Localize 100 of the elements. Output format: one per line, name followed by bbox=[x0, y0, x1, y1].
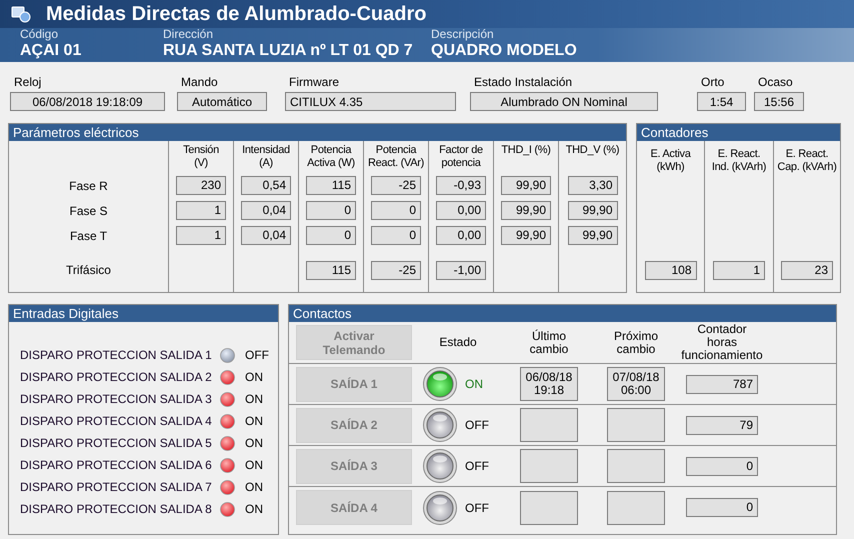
panel-title: Parámetros eléctricos bbox=[9, 124, 626, 141]
input-label: DISPARO PROTECCION SALIDA 6 bbox=[20, 458, 213, 472]
value-field: 1 bbox=[713, 261, 765, 280]
input-state: ON bbox=[245, 436, 263, 450]
output-state: OFF bbox=[465, 459, 489, 473]
hours-counter-field: 0 bbox=[686, 456, 758, 476]
input-label: DISPARO PROTECCION SALIDA 7 bbox=[20, 480, 213, 494]
value-field: 115 bbox=[306, 176, 356, 195]
value-field: 115 bbox=[306, 260, 356, 280]
row-label: Trifásico bbox=[65, 262, 112, 279]
input-state: ON bbox=[245, 392, 263, 406]
field-label: Firmware bbox=[288, 75, 340, 89]
input-state: ON bbox=[245, 370, 263, 384]
input-state: OFF bbox=[245, 348, 269, 362]
readonly-field: 15:56 bbox=[754, 92, 804, 111]
column-header: Contador horas funcionamiento bbox=[680, 323, 764, 362]
readonly-field: 1:54 bbox=[697, 92, 746, 111]
next-change-field bbox=[607, 408, 665, 442]
readonly-field: 06/08/2018 19:18:09 bbox=[10, 92, 165, 111]
header-value: RUA SANTA LUZIA nº LT 01 QD 7 bbox=[163, 41, 414, 60]
column-header: Tensión (V) bbox=[182, 143, 220, 171]
column-header: Estado bbox=[438, 336, 478, 349]
value-field: -25 bbox=[371, 260, 421, 280]
row-label: Fase T bbox=[68, 228, 108, 244]
value-field: 108 bbox=[644, 261, 696, 280]
input-state: ON bbox=[245, 480, 263, 494]
last-change-field bbox=[520, 449, 578, 483]
input-label: DISPARO PROTECCION SALIDA 3 bbox=[20, 392, 213, 406]
value-field: 1 bbox=[176, 226, 226, 245]
header-label: Código bbox=[20, 28, 60, 41]
row-label: Fase S bbox=[68, 202, 108, 220]
header-value: QUADRO MODELO bbox=[431, 41, 578, 60]
readonly-field: CITILUX 4.35 bbox=[285, 92, 456, 111]
hours-counter-field: 0 bbox=[686, 498, 758, 517]
value-field: 99,90 bbox=[568, 201, 618, 220]
column-header: Próximo cambio bbox=[612, 330, 659, 356]
value-field: 99,90 bbox=[568, 226, 618, 245]
row-label: Fase R bbox=[68, 178, 109, 194]
value-field: 0,04 bbox=[241, 226, 291, 245]
value-field: 0 bbox=[306, 201, 356, 220]
input-state: ON bbox=[245, 502, 263, 516]
value-field: 0 bbox=[371, 226, 421, 245]
value-field: -0,93 bbox=[436, 176, 486, 195]
output-state: OFF bbox=[465, 500, 489, 514]
input-label: DISPARO PROTECCION SALIDA 5 bbox=[20, 436, 213, 450]
input-state: ON bbox=[245, 458, 263, 472]
column-header: E. React. Cap. (kVArh) bbox=[777, 147, 837, 174]
next-change-field: 07/08/18 06:00 bbox=[607, 367, 665, 401]
column-header: Potencia Activa (W) bbox=[306, 143, 356, 171]
app-logo-icon bbox=[10, 4, 32, 24]
panel-title: Contactos bbox=[289, 305, 836, 322]
value-field: 0 bbox=[371, 201, 421, 220]
output-state: ON bbox=[465, 377, 483, 391]
value-field: 1 bbox=[176, 201, 226, 220]
value-field: -25 bbox=[371, 176, 421, 195]
field-label: Reloj bbox=[13, 75, 42, 89]
field-label: Estado Instalación bbox=[473, 75, 574, 89]
value-field: -1,00 bbox=[436, 260, 486, 280]
readonly-field: Alumbrado ON Nominal bbox=[470, 92, 658, 111]
input-label: DISPARO PROTECCION SALIDA 1 bbox=[20, 348, 213, 362]
value-field: 3,30 bbox=[568, 176, 618, 195]
column-header: Intensidad (A) bbox=[241, 143, 291, 171]
value-field: 0,54 bbox=[241, 176, 291, 195]
column-header: E. Activa (kWh) bbox=[650, 147, 691, 174]
panel-title: Contadores bbox=[637, 124, 840, 141]
column-header: Potencia React. (VAr) bbox=[366, 143, 426, 171]
next-change-field bbox=[607, 449, 665, 483]
value-field: 99,90 bbox=[501, 176, 551, 195]
value-field: 99,90 bbox=[501, 201, 551, 220]
last-change-field: 06/08/18 19:18 bbox=[520, 367, 578, 401]
value-field: 230 bbox=[176, 176, 226, 195]
header-value: AÇAI 01 bbox=[20, 41, 82, 60]
value-field: 0 bbox=[306, 226, 356, 245]
header-label: Descripción bbox=[431, 28, 495, 41]
input-label: DISPARO PROTECCION SALIDA 4 bbox=[20, 414, 213, 428]
panel-title: Entradas Digitales bbox=[9, 305, 278, 322]
next-change-field bbox=[607, 490, 665, 524]
value-field: 0,00 bbox=[436, 201, 486, 220]
value-field: 0,04 bbox=[241, 201, 291, 220]
field-label: Mando bbox=[180, 75, 219, 89]
input-label: DISPARO PROTECCION SALIDA 8 bbox=[20, 502, 213, 516]
value-field: 23 bbox=[781, 261, 833, 280]
header-label: Dirección bbox=[163, 28, 214, 41]
output-state: OFF bbox=[465, 418, 489, 432]
column-header: THD_I (%) bbox=[500, 143, 552, 158]
column-header: THD_V (%) bbox=[564, 143, 620, 158]
value-field: 0,00 bbox=[436, 226, 486, 245]
window-title: Medidas Directas de Alumbrado-Cuadro bbox=[46, 2, 426, 26]
column-header: Factor de potencia bbox=[438, 143, 484, 171]
input-state: ON bbox=[245, 414, 263, 428]
hours-counter-field: 787 bbox=[686, 374, 758, 394]
readonly-field: Automático bbox=[177, 92, 267, 111]
value-field: 99,90 bbox=[501, 226, 551, 245]
field-label: Ocaso bbox=[757, 75, 794, 89]
last-change-field bbox=[520, 408, 578, 442]
column-header: E. React. Ind. (kVArh) bbox=[712, 147, 766, 174]
field-label: Orto bbox=[700, 75, 726, 89]
column-header: Último cambio bbox=[528, 330, 570, 356]
last-change-field bbox=[520, 490, 578, 524]
input-label: DISPARO PROTECCION SALIDA 2 bbox=[20, 370, 213, 384]
